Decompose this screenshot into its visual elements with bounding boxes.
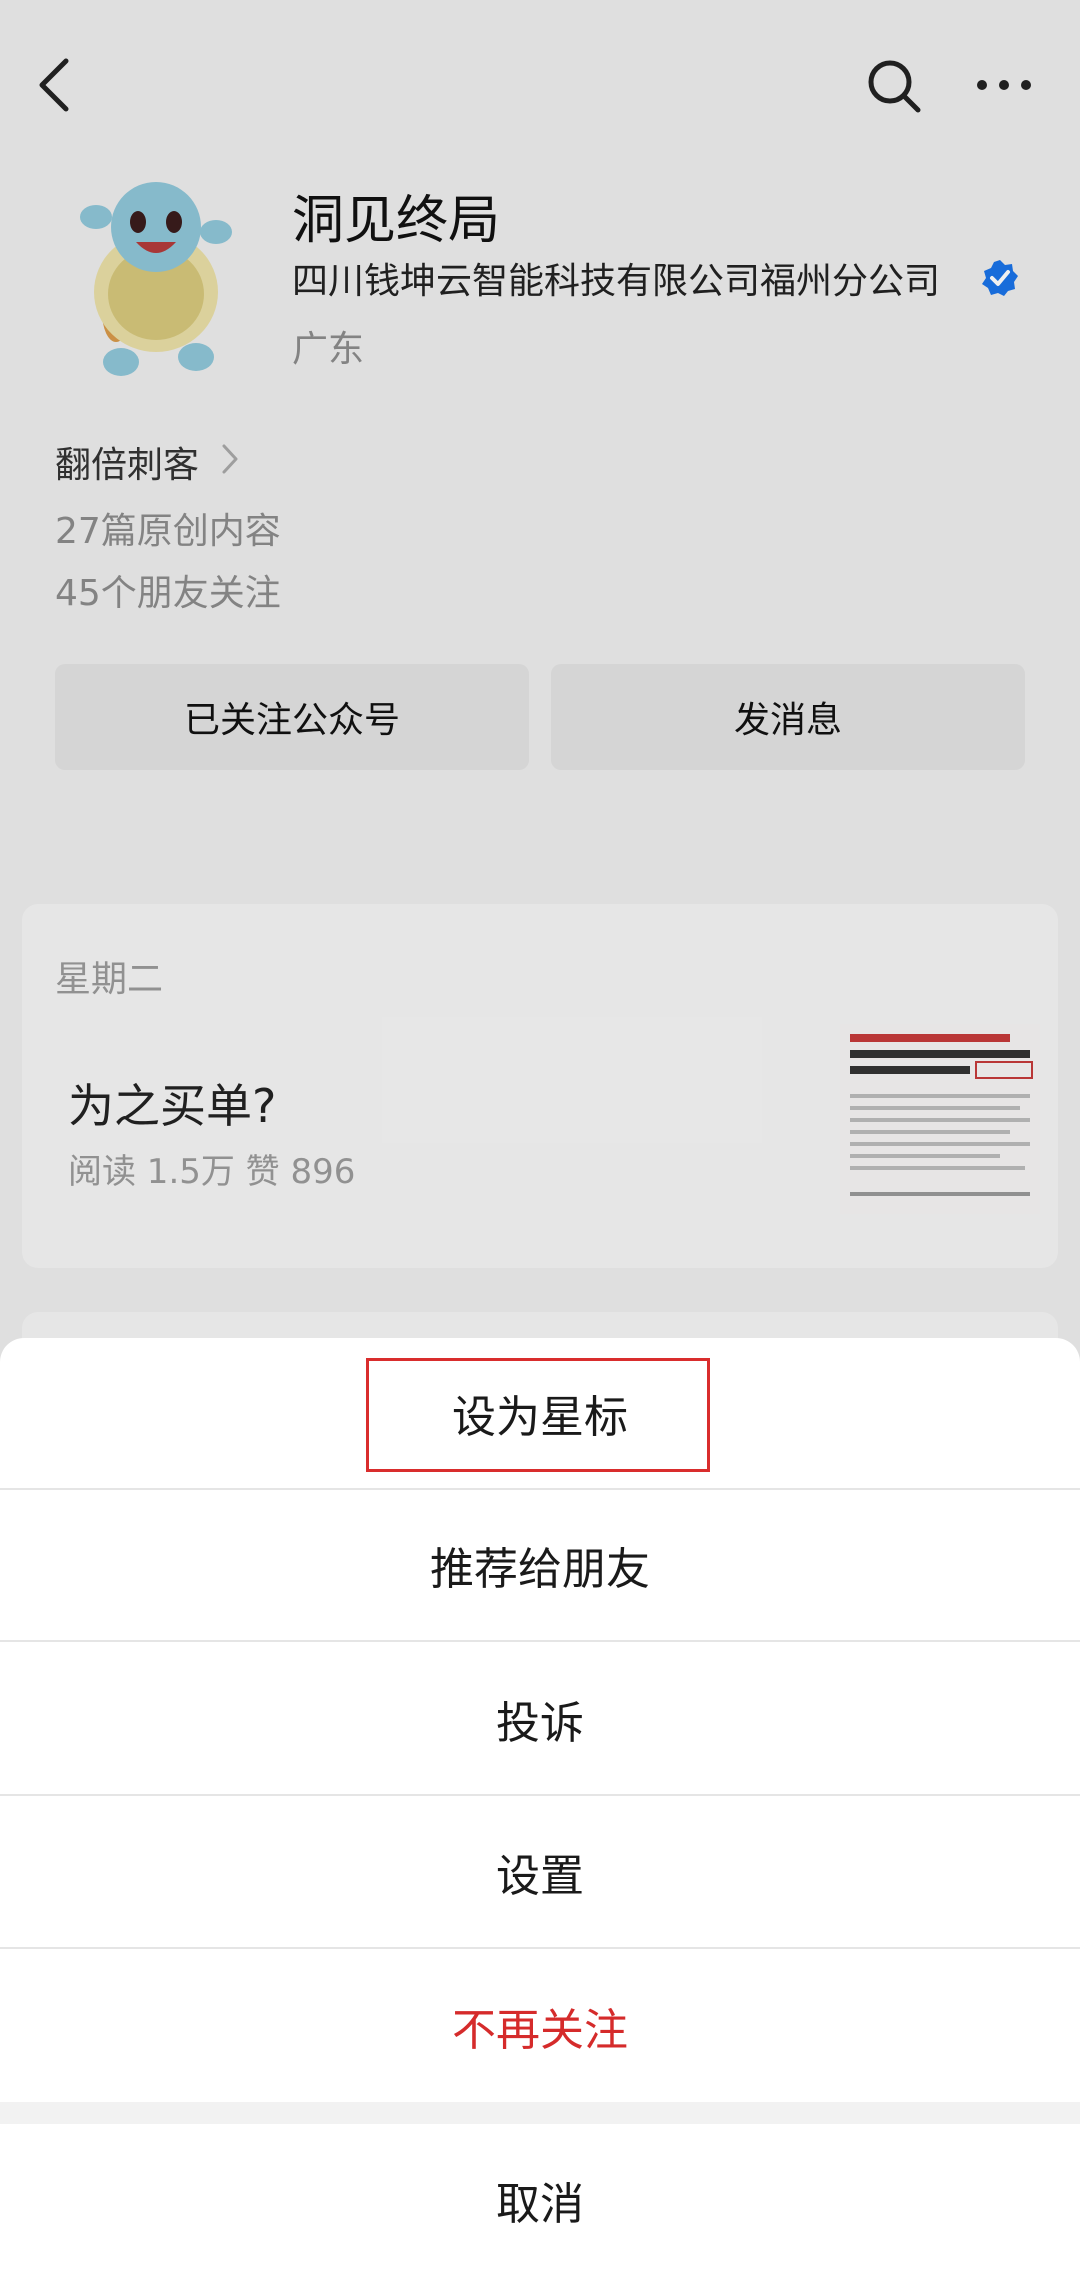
- settings-button[interactable]: 设置: [0, 1797, 1080, 1949]
- unfollow-button[interactable]: 不再关注: [0, 1950, 1080, 2102]
- cancel-button[interactable]: 取消: [0, 2124, 1080, 2276]
- highlight-box: [366, 1358, 710, 1472]
- divider: [0, 2102, 1080, 2124]
- recommend-to-friend-button[interactable]: 推荐给朋友: [0, 1490, 1080, 1642]
- action-sheet: 设为星标 推荐给朋友 投诉 设置 不再关注 取消: [0, 1338, 1080, 2276]
- report-button[interactable]: 投诉: [0, 1644, 1080, 1796]
- account-profile-page: 洞见终局 四川钱坤云智能科技有限公司福州分公司 广东 翻倍刺客 27篇原创内容 …: [0, 0, 1080, 2276]
